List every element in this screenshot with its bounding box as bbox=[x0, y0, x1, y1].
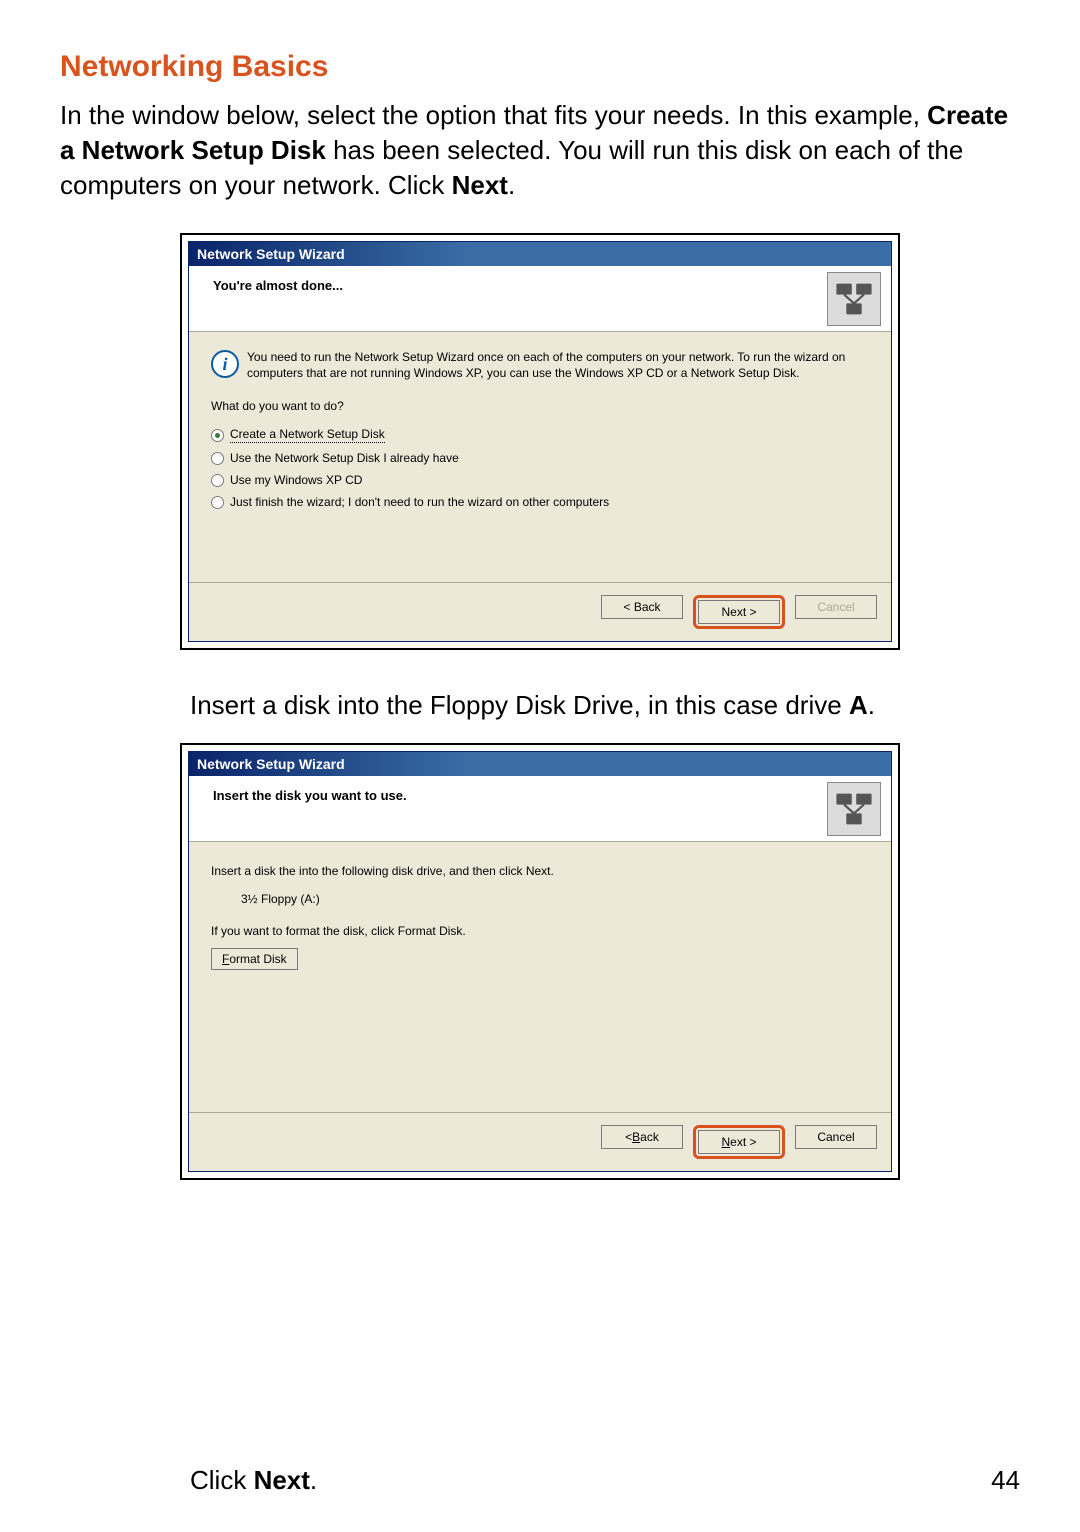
click-next-caption: Click Next. bbox=[60, 1465, 317, 1496]
intro-bold-2: Next bbox=[452, 170, 508, 200]
section-heading: Networking Basics bbox=[60, 50, 1020, 84]
content-area-2: Insert a disk the into the following dis… bbox=[189, 842, 891, 1112]
window-title-2: Network Setup Wizard bbox=[197, 756, 345, 772]
wizard-window-1: Network Setup Wizard You're almost done.… bbox=[188, 241, 892, 642]
window-title-1: Network Setup Wizard bbox=[197, 246, 345, 262]
radio-1[interactable] bbox=[211, 452, 224, 465]
back-button-2[interactable]: < Back bbox=[601, 1125, 683, 1149]
format-disk-button[interactable]: Format Disk bbox=[211, 948, 298, 970]
footer-row: Click Next. 44 bbox=[60, 1465, 1020, 1496]
network-icon-2 bbox=[827, 782, 881, 836]
mid-caption: Insert a disk into the Floppy Disk Drive… bbox=[60, 690, 1020, 721]
click-next-1: Click bbox=[190, 1465, 254, 1495]
mid-bold: A bbox=[849, 690, 868, 720]
network-icon bbox=[827, 272, 881, 326]
click-next-2: . bbox=[310, 1465, 317, 1495]
info-text: You need to run the Network Setup Wizard… bbox=[247, 350, 869, 381]
back-button-1[interactable]: < Back bbox=[601, 595, 683, 619]
wizard-window-2: Network Setup Wizard Insert the disk you… bbox=[188, 751, 892, 1172]
info-icon: i bbox=[211, 350, 239, 378]
button-row-1: < Back Next > Cancel bbox=[189, 582, 891, 641]
intro-paragraph: In the window below, select the option t… bbox=[60, 98, 1020, 203]
page-number: 44 bbox=[991, 1465, 1020, 1496]
mid-text-1: Insert a disk into the Floppy Disk Drive… bbox=[190, 690, 849, 720]
screenshot-frame-1: Network Setup Wizard You're almost done.… bbox=[180, 233, 900, 650]
titlebar-2: Network Setup Wizard bbox=[189, 752, 891, 776]
line2: If you want to format the disk, click Fo… bbox=[211, 924, 869, 938]
screenshot-frame-2: Network Setup Wizard Insert the disk you… bbox=[180, 743, 900, 1180]
radio-row-2[interactable]: Use my Windows XP CD bbox=[211, 473, 869, 487]
drive-label: 3½ Floppy (A:) bbox=[241, 892, 869, 906]
radio-label-3: Just finish the wizard; I don't need to … bbox=[230, 495, 609, 509]
next-highlight-2: Next > bbox=[693, 1125, 785, 1159]
radio-2[interactable] bbox=[211, 474, 224, 487]
next-highlight-1: Next > bbox=[693, 595, 785, 629]
content-area-1: i You need to run the Network Setup Wiza… bbox=[189, 332, 891, 582]
header-band-2: Insert the disk you want to use. bbox=[189, 776, 891, 842]
next-button-2[interactable]: Next > bbox=[698, 1130, 780, 1154]
intro-text-1: In the window below, select the option t… bbox=[60, 100, 927, 130]
header-title-2: Insert the disk you want to use. bbox=[213, 788, 881, 803]
info-row: i You need to run the Network Setup Wiza… bbox=[211, 350, 869, 381]
radio-row-1[interactable]: Use the Network Setup Disk I already hav… bbox=[211, 451, 869, 465]
header-title-1: You're almost done... bbox=[213, 278, 881, 293]
titlebar-1: Network Setup Wizard bbox=[189, 242, 891, 266]
radio-0[interactable] bbox=[211, 429, 224, 442]
header-band-1: You're almost done... bbox=[189, 266, 891, 332]
format-label-rest: ormat Disk bbox=[229, 952, 286, 966]
next-button-1[interactable]: Next > bbox=[698, 600, 780, 624]
mid-text-2: . bbox=[868, 690, 875, 720]
radio-label-2: Use my Windows XP CD bbox=[230, 473, 362, 487]
radio-3[interactable] bbox=[211, 496, 224, 509]
click-next-bold: Next bbox=[254, 1465, 310, 1495]
radio-row-0[interactable]: Create a Network Setup Disk bbox=[211, 427, 869, 443]
cancel-button-1[interactable]: Cancel bbox=[795, 595, 877, 619]
intro-text-3: . bbox=[508, 170, 515, 200]
radio-row-3[interactable]: Just finish the wizard; I don't need to … bbox=[211, 495, 869, 509]
button-row-2: < Back Next > Cancel bbox=[189, 1112, 891, 1171]
cancel-button-2[interactable]: Cancel bbox=[795, 1125, 877, 1149]
line1: Insert a disk the into the following dis… bbox=[211, 864, 869, 878]
radio-label-0: Create a Network Setup Disk bbox=[230, 427, 385, 443]
radio-label-1: Use the Network Setup Disk I already hav… bbox=[230, 451, 459, 465]
prompt-label: What do you want to do? bbox=[211, 399, 869, 413]
